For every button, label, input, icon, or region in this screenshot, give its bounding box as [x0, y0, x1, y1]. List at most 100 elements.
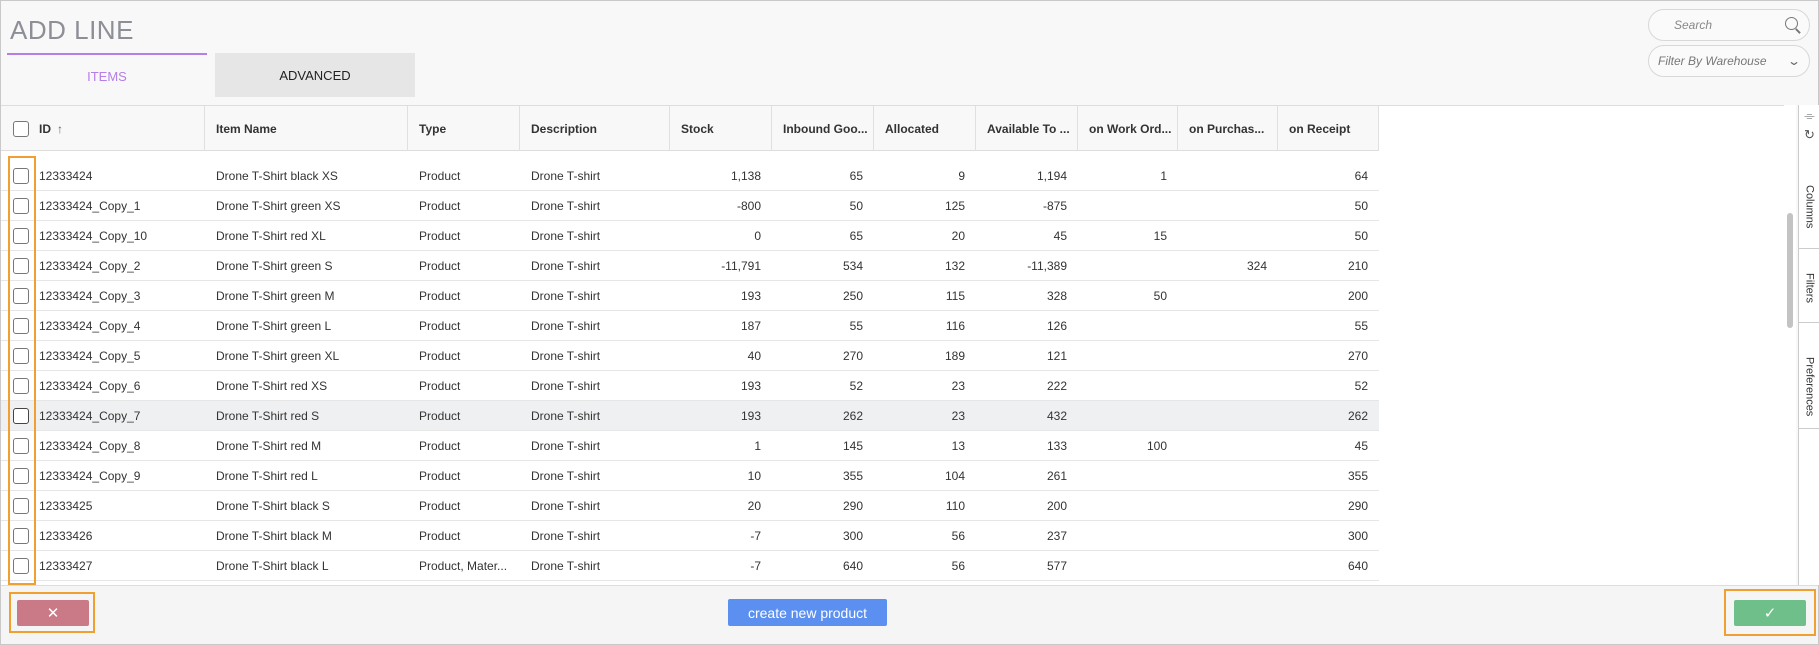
cell-on-receipt: 200: [1347, 288, 1368, 303]
cell-item-name: Drone T-Shirt red S: [216, 408, 320, 423]
table-row[interactable]: 12333424_Copy_6 Drone T-Shirt red XS Produ…: [1, 371, 1379, 401]
cell-on-receipt: 50: [1354, 198, 1368, 213]
row-checkbox[interactable]: [13, 467, 29, 484]
cell-allocated: 132: [944, 258, 965, 273]
cell-stock: 193: [740, 408, 761, 423]
cell-allocated: 115: [945, 288, 965, 303]
table-row[interactable]: 12333424 Drone T-Shirt black XS Product Dro…: [1, 161, 1379, 191]
row-checkbox[interactable]: [13, 347, 29, 364]
table-row[interactable]: 12333424_Copy_9 Drone T-Shirt red L Produc…: [1, 461, 1379, 491]
cell-available-to: 432: [1046, 408, 1067, 423]
cell-on-receipt: 640: [1347, 558, 1368, 573]
cell-id-text: 12333424_Copy_8: [39, 438, 141, 453]
cell-on-purchase: [1178, 341, 1278, 370]
cell-type: Product: [419, 408, 461, 423]
row-checkbox[interactable]: [13, 497, 29, 514]
cell-type: Product: [419, 438, 461, 453]
cell-available-to: 237: [1046, 528, 1067, 543]
vertical-scrollbar[interactable]: [1784, 105, 1796, 585]
table-row[interactable]: 12333427 Drone T-Shirt black L Product, Ma…: [1, 551, 1379, 581]
cell-id: 12333424_Copy_5: [1, 341, 205, 370]
table-row[interactable]: 12333424_Copy_5 Drone T-Shirt green XL Pro…: [1, 341, 1379, 371]
column-header-stock[interactable]: Stock: [670, 106, 772, 151]
row-checkbox[interactable]: [13, 167, 29, 184]
filter-off-icon[interactable]: ⌯: [1802, 108, 1817, 123]
table-row[interactable]: 12333424_Copy_4 Drone T-Shirt green L Prod…: [1, 311, 1379, 341]
cell-inbound-goods: 290: [842, 498, 863, 513]
row-checkbox[interactable]: [13, 437, 29, 454]
cell-on-purchase: [1178, 281, 1278, 310]
confirm-button[interactable]: ✓: [1734, 600, 1806, 626]
cell-inbound-goods: 55: [849, 318, 863, 333]
cell-type: Product: [419, 498, 461, 513]
search-icon[interactable]: [1784, 16, 1799, 34]
column-header-inbound-goods[interactable]: Inbound Goo...: [772, 106, 874, 151]
row-checkbox[interactable]: [13, 317, 29, 334]
column-header-id[interactable]: ID ↑: [1, 106, 205, 151]
tab-items[interactable]: ITEMS: [7, 53, 207, 97]
row-checkbox[interactable]: [13, 227, 29, 244]
table-row[interactable]: 12333424_Copy_7 Drone T-Shirt red S Produc…: [1, 401, 1379, 431]
cell-stock: 40: [747, 348, 761, 363]
column-header-on-work-order[interactable]: on Work Ord...: [1078, 106, 1178, 151]
cell-on-receipt: 55: [1354, 318, 1368, 333]
row-checkbox[interactable]: [13, 197, 29, 214]
cell-allocated: 125: [944, 198, 965, 213]
cell-description: Drone T-shirt: [531, 198, 601, 213]
cell-stock: -7: [750, 528, 761, 543]
cell-type: Product: [419, 318, 461, 333]
cell-id: 12333424_Copy_8: [1, 431, 205, 460]
search-input[interactable]: [1674, 18, 1784, 32]
cell-id-text: 12333426: [39, 528, 93, 543]
cell-id: 12333424_Copy_1: [1, 191, 205, 220]
cell-type: Product: [419, 288, 461, 303]
cell-on-purchase: [1178, 521, 1278, 550]
cell-description: Drone T-shirt: [531, 168, 601, 183]
cell-inbound-goods: 50: [849, 198, 863, 213]
column-header-description[interactable]: Description: [520, 106, 670, 151]
side-tab-preferences[interactable]: Preferences: [1799, 345, 1819, 429]
table-row[interactable]: 12333424_Copy_8 Drone T-Shirt red M Produc…: [1, 431, 1379, 461]
column-header-on-purchase[interactable]: on Purchas...: [1178, 106, 1278, 151]
row-checkbox[interactable]: [13, 287, 29, 304]
refresh-icon[interactable]: ↻: [1802, 127, 1817, 142]
cell-inbound-goods: 534: [842, 258, 863, 273]
table-row[interactable]: 12333425 Drone T-Shirt black S Product Dron…: [1, 491, 1379, 521]
cell-description: Drone T-shirt: [531, 288, 601, 303]
table-row[interactable]: 12333426 Drone T-Shirt black M Product Dron…: [1, 521, 1379, 551]
column-header-on-receipt[interactable]: on Receipt: [1278, 106, 1379, 151]
scroll-thumb[interactable]: [1787, 213, 1793, 328]
row-checkbox[interactable]: [13, 377, 29, 394]
cancel-button[interactable]: ✕: [17, 600, 89, 626]
add-line-dialog: ADD LINE ITEMS ADVANCED Filter By Wareho…: [0, 0, 1819, 645]
table-row[interactable]: 12333424_Copy_2 Drone T-Shirt green S Prod…: [1, 251, 1379, 281]
side-tab-filters[interactable]: Filters: [1799, 253, 1819, 323]
column-header-item-name[interactable]: Item Name: [205, 106, 408, 151]
cell-inbound-goods: 65: [849, 168, 863, 183]
table-row[interactable]: 12333424_Copy_3 Drone T-Shirt green M Prod…: [1, 281, 1379, 311]
row-checkbox[interactable]: [13, 527, 29, 544]
column-header-allocated[interactable]: Allocated: [874, 106, 976, 151]
table-row[interactable]: 12333424_Copy_1 Drone T-Shirt green XS Pro…: [1, 191, 1379, 221]
search-box: [1648, 9, 1810, 41]
cell-available-to: 200: [1046, 498, 1067, 513]
cell-on-purchase: [1178, 311, 1278, 340]
column-header-available-to[interactable]: Available To ...: [976, 106, 1078, 151]
side-panel: ⌯ ↻ Columns Filters Preferences: [1798, 105, 1819, 585]
cell-description: Drone T-shirt: [531, 348, 601, 363]
row-checkbox[interactable]: [13, 257, 29, 274]
side-tab-columns[interactable]: Columns: [1799, 165, 1819, 249]
table-row[interactable]: 12333424_Copy_10 Drone T-Shirt red XL Prod…: [1, 221, 1379, 251]
warehouse-filter-select[interactable]: Filter By Warehouse ⌄: [1648, 45, 1810, 77]
cell-type: Product: [419, 228, 461, 243]
cell-stock: -800: [736, 198, 761, 213]
create-new-product-button[interactable]: create new product: [728, 599, 887, 626]
select-all-checkbox[interactable]: [13, 120, 29, 137]
row-checkbox[interactable]: [13, 557, 29, 574]
cell-on-receipt: 52: [1354, 378, 1368, 393]
cell-allocated: 189: [944, 348, 965, 363]
cell-type: Product, Mater...: [419, 558, 508, 573]
column-header-type[interactable]: Type: [408, 106, 520, 151]
tab-advanced[interactable]: ADVANCED: [215, 53, 415, 97]
row-checkbox[interactable]: [13, 407, 29, 424]
